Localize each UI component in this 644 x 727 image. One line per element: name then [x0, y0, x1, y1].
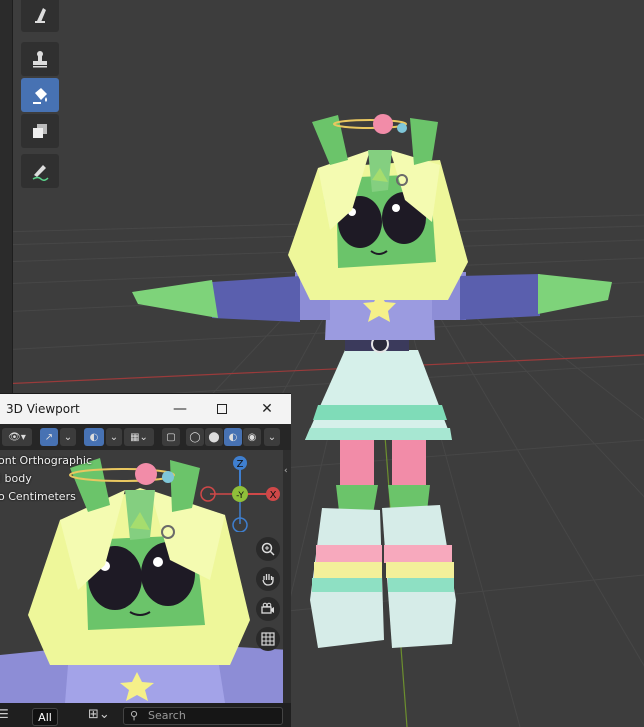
units-label: o Centimeters [0, 490, 76, 503]
camera-view-button[interactable] [256, 597, 280, 621]
gizmo-z-label: Z [237, 459, 244, 470]
close-icon: ✕ [261, 401, 273, 417]
wireframe-shading-button[interactable]: ◯ [186, 428, 204, 446]
mask-tool-button[interactable] [21, 114, 59, 148]
stamp-icon [33, 51, 47, 68]
minimize-icon: — [173, 401, 187, 417]
wireframe-sphere-icon: ◯ [189, 431, 201, 443]
solid-shading-button[interactable]: ⬤ [205, 428, 223, 446]
viewport-footer: ☰ All ⊞⌄ ⚲ Search [0, 703, 291, 727]
material-sphere-icon: ◐ [228, 431, 238, 443]
smear-tool-button[interactable] [21, 0, 59, 32]
shading-dropdown[interactable]: ⌄ [264, 428, 280, 446]
viewport-header: 👁▾ ↗ ⌄ ◐ ⌄ ▦⌄ ▢ ◯ ⬤ ◐ ◉ ⌄ [0, 424, 291, 450]
view-object-types-dropdown[interactable]: 👁▾ [2, 428, 32, 446]
gizmo-x-label: X [270, 490, 277, 501]
perspective-toggle-button[interactable] [256, 627, 280, 651]
gizmo-y-label: -Y [236, 491, 244, 501]
annotate-pencil-icon [32, 165, 49, 182]
grid-icon [261, 632, 275, 646]
maximize-button[interactable] [212, 399, 232, 419]
annotate-tool-button[interactable] [21, 154, 59, 188]
fill-bucket-icon [33, 88, 47, 104]
pan-button[interactable] [256, 567, 280, 591]
chevron-left-icon: ‹ [284, 466, 288, 476]
xray-toggle[interactable]: ▦⌄ [124, 428, 154, 446]
hand-icon [262, 574, 274, 586]
fill-tool-button[interactable] [21, 78, 59, 112]
search-input[interactable]: ⚲ Search [123, 707, 283, 725]
toggle-xray-button[interactable]: ▢ [162, 428, 180, 446]
menu-icon[interactable]: ☰ [0, 707, 9, 721]
all-filter-button[interactable]: All [32, 708, 58, 726]
gizmo-toggle[interactable]: ↗ [40, 428, 58, 446]
search-icon: ⚲ [130, 709, 139, 722]
gizmo-icon: ↗ [44, 431, 54, 443]
zoom-button[interactable] [256, 537, 280, 561]
display-mode-dropdown[interactable]: ⊞⌄ [88, 707, 110, 722]
zoom-icon [261, 542, 275, 556]
minimize-button[interactable]: — [170, 399, 190, 419]
eye-icon: 👁▾ [8, 431, 26, 443]
clone-tool-button[interactable] [21, 42, 59, 76]
material-preview-button[interactable]: ◐ [224, 428, 242, 446]
solid-sphere-icon: ⬤ [208, 431, 220, 443]
mask-icon [33, 124, 47, 138]
window-title-bar[interactable]: 3D Viewport — ✕ [0, 394, 291, 424]
mini-viewport-canvas[interactable]: ont Orthographic l body o Centimeters Z … [0, 450, 291, 703]
smear-icon [35, 8, 46, 23]
overlays-toggle[interactable]: ◐ [84, 428, 104, 446]
grid-layout-icon: ⊞⌄ [88, 707, 110, 722]
xray-icon: ▢ [166, 431, 176, 443]
rendered-shading-button[interactable]: ◉ [243, 428, 261, 446]
overlays-dropdown[interactable]: ⌄ [106, 428, 122, 446]
floating-3d-viewport-window[interactable]: 3D Viewport — ✕ 👁▾ ↗ ⌄ ◐ ⌄ ▦⌄ ▢ ◯ ⬤ ◐ ◉ … [0, 393, 291, 727]
sidebar-toggle[interactable]: ‹ [283, 450, 291, 703]
blender-3d-viewport[interactable]: 3D Viewport — ✕ 👁▾ ↗ ⌄ ◐ ⌄ ▦⌄ ▢ ◯ ⬤ ◐ ◉ … [0, 0, 644, 727]
checker-icon: ▦⌄ [130, 431, 148, 443]
close-button[interactable]: ✕ [257, 399, 277, 419]
chevron-down-icon: ⌄ [109, 431, 119, 443]
object-name-label: l body [0, 472, 32, 485]
camera-icon [261, 602, 274, 614]
overlays-icon: ◐ [89, 431, 99, 443]
chevron-down-icon: ⌄ [267, 431, 277, 443]
maximize-icon [217, 404, 227, 414]
window-title: 3D Viewport [6, 402, 80, 416]
gizmo-dropdown[interactable]: ⌄ [60, 428, 76, 446]
view-name-label: ont Orthographic [0, 454, 93, 467]
navigation-gizmo[interactable]: Z X -Y [196, 452, 286, 532]
search-placeholder: Search [148, 709, 186, 722]
rendered-sphere-icon: ◉ [247, 431, 257, 443]
chevron-down-icon: ⌄ [63, 431, 73, 443]
